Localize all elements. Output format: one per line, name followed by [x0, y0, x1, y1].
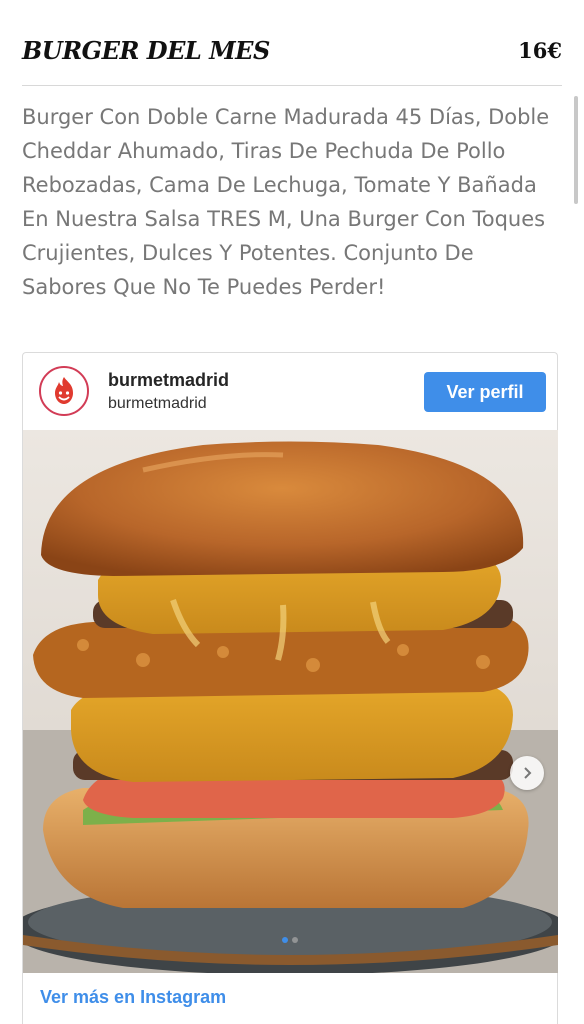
- view-more-instagram-link[interactable]: Ver más en Instagram: [40, 987, 226, 1008]
- avatar[interactable]: [39, 366, 89, 416]
- divider: [22, 85, 562, 86]
- menu-item-title: BURGER DEL MES: [22, 36, 270, 65]
- instagram-handle: burmetmadrid: [108, 395, 207, 412]
- menu-item-price: 16€: [518, 38, 562, 63]
- chevron-right-icon: [524, 767, 532, 779]
- burger-photo[interactable]: [23, 430, 558, 973]
- burger-image: [23, 430, 558, 973]
- carousel-dot-2[interactable]: [292, 937, 298, 943]
- scrollbar[interactable]: [574, 96, 578, 204]
- menu-item-header: BURGER DEL MES 16€: [22, 36, 562, 72]
- instagram-username[interactable]: burmetmadrid: [108, 370, 229, 391]
- carousel-indicator: [23, 937, 557, 943]
- view-profile-button[interactable]: Ver perfil: [424, 372, 546, 412]
- next-photo-button[interactable]: [510, 756, 544, 790]
- menu-item-description: Burger Con Doble Carne Madurada 45 Días,…: [22, 105, 550, 299]
- instagram-embed-card: burmetmadrid burmetmadrid Ver perfil Ver…: [22, 352, 558, 1024]
- carousel-dot-1[interactable]: [282, 937, 288, 943]
- flame-logo-icon: [46, 373, 82, 409]
